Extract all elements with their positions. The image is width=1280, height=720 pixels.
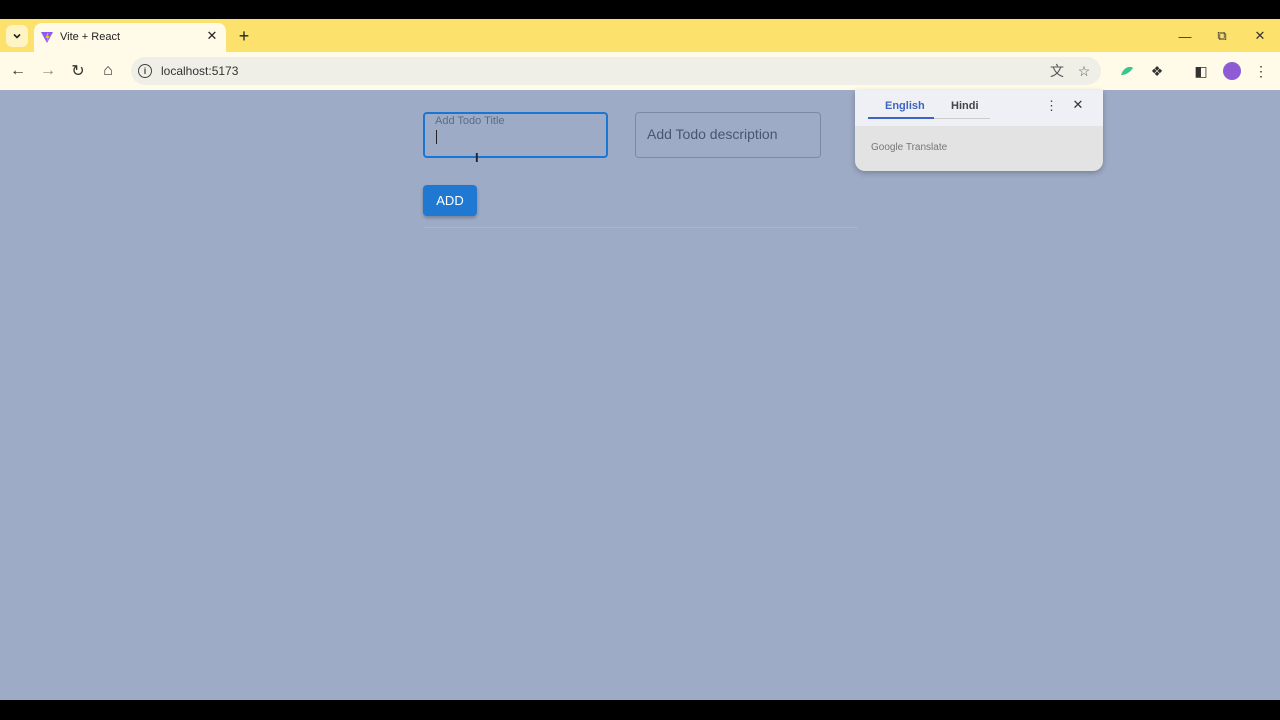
- google-translate-brand: Google Translate: [871, 142, 948, 153]
- side-panel-icon[interactable]: ◧: [1192, 62, 1210, 80]
- tab-strip: Vite + React ✕ + — ⧉ ✕: [0, 19, 1280, 52]
- back-icon[interactable]: ←: [8, 61, 28, 81]
- divider: [423, 227, 858, 228]
- tab-search-icon[interactable]: [6, 25, 28, 47]
- new-tab-button[interactable]: +: [234, 26, 254, 46]
- ibeam-cursor-icon: I: [475, 150, 479, 165]
- home-icon[interactable]: ⌂: [98, 61, 118, 81]
- browser-toolbar: ← → ↻ ⌂ i localhost:5173 文 ☆ ❖ ◧ ⋮: [0, 52, 1280, 90]
- page-viewport: Add Todo Title I ADD English Hindi ⋮ ✕ G…: [0, 90, 1280, 700]
- site-info-icon[interactable]: i: [138, 64, 152, 78]
- translate-close-icon[interactable]: ✕: [1071, 98, 1085, 112]
- url-text[interactable]: localhost:5173: [161, 64, 238, 78]
- todo-title-input[interactable]: Add Todo Title I: [423, 112, 608, 165]
- todo-title-label: Add Todo Title: [435, 115, 505, 127]
- reload-icon[interactable]: ↻: [68, 61, 88, 81]
- tab-title: Vite + React: [60, 31, 121, 43]
- screen: Vite + React ✕ + — ⧉ ✕ ← → ↻ ⌂ i localho…: [0, 0, 1280, 720]
- translate-popup: English Hindi ⋮ ✕ Google Translate: [855, 90, 1103, 171]
- close-window-icon[interactable]: ✕: [1251, 27, 1269, 45]
- todo-description-input[interactable]: [647, 126, 807, 142]
- translate-icon[interactable]: 文: [1049, 63, 1065, 79]
- browser-tab[interactable]: Vite + React ✕: [34, 23, 226, 52]
- translate-header: English Hindi ⋮ ✕: [855, 90, 1103, 126]
- extensions-icon[interactable]: ❖: [1148, 62, 1166, 80]
- text-caret: [436, 130, 437, 144]
- leaf-extension-icon[interactable]: [1118, 62, 1136, 80]
- add-button[interactable]: ADD: [423, 185, 477, 216]
- tab-hindi[interactable]: Hindi: [951, 100, 979, 112]
- translate-options-icon[interactable]: ⋮: [1045, 99, 1058, 113]
- restore-icon[interactable]: ⧉: [1213, 27, 1231, 45]
- tab-english[interactable]: English: [885, 100, 925, 112]
- browser-menu-icon[interactable]: ⋮: [1252, 62, 1270, 80]
- bookmark-star-icon[interactable]: ☆: [1076, 63, 1092, 79]
- profile-avatar[interactable]: [1223, 62, 1241, 80]
- tab-divider-line: [934, 118, 990, 119]
- address-bar[interactable]: i localhost:5173 文 ☆: [131, 57, 1101, 85]
- active-tab-indicator: [868, 117, 934, 119]
- forward-icon[interactable]: →: [38, 61, 58, 81]
- minimize-icon[interactable]: —: [1176, 27, 1194, 45]
- todo-description-field[interactable]: [635, 112, 821, 158]
- tab-close-icon[interactable]: ✕: [204, 28, 220, 44]
- bottom-bar: [0, 700, 1280, 720]
- vite-logo-icon: [41, 32, 53, 43]
